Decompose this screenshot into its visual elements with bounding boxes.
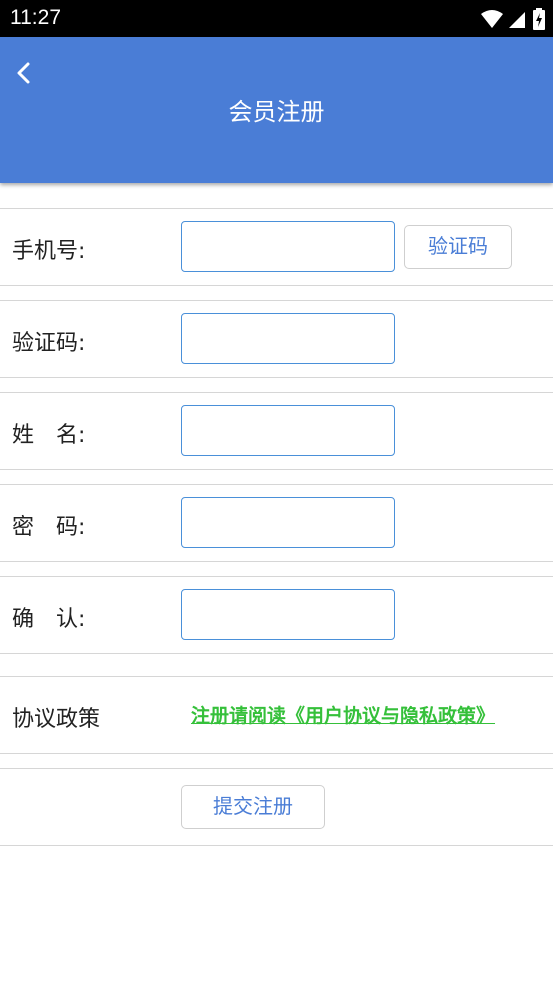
code-label: 验证码:	[12, 331, 86, 356]
battery-icon	[533, 8, 545, 30]
submit-row: 提交注册	[0, 768, 553, 846]
status-bar: 11:27	[0, 0, 553, 37]
back-arrow-icon[interactable]	[12, 61, 36, 85]
name-input[interactable]	[181, 405, 395, 456]
code-row: 验证码:	[0, 300, 553, 378]
name-row: 姓 名:	[0, 392, 553, 470]
get-code-button[interactable]: 验证码	[404, 225, 512, 269]
code-input[interactable]	[181, 313, 395, 364]
policy-label: 协议政策	[12, 707, 101, 732]
app-bar: 会员注册	[0, 37, 553, 183]
status-time: 11:27	[10, 6, 61, 29]
status-icons	[481, 8, 545, 30]
phone-input[interactable]	[181, 221, 395, 272]
policy-row: 协议政策 注册请阅读《用户协议与隐私政策》	[0, 676, 553, 754]
password-input[interactable]	[181, 497, 395, 548]
password-row: 密 码:	[0, 484, 553, 562]
signal-icon	[509, 12, 525, 28]
phone-label: 手机号:	[12, 239, 86, 264]
confirm-password-input[interactable]	[181, 589, 395, 640]
phone-row: 手机号: 验证码	[0, 208, 553, 286]
policy-link[interactable]: 注册请阅读《用户协议与隐私政策》	[191, 701, 495, 728]
password-label: 密 码:	[12, 515, 86, 540]
wifi-icon	[481, 10, 503, 28]
confirm-label: 确 认:	[12, 607, 86, 632]
submit-button[interactable]: 提交注册	[181, 785, 325, 829]
confirm-row: 确 认:	[0, 576, 553, 654]
page-title: 会员注册	[228, 98, 325, 126]
name-label: 姓 名:	[12, 423, 86, 448]
